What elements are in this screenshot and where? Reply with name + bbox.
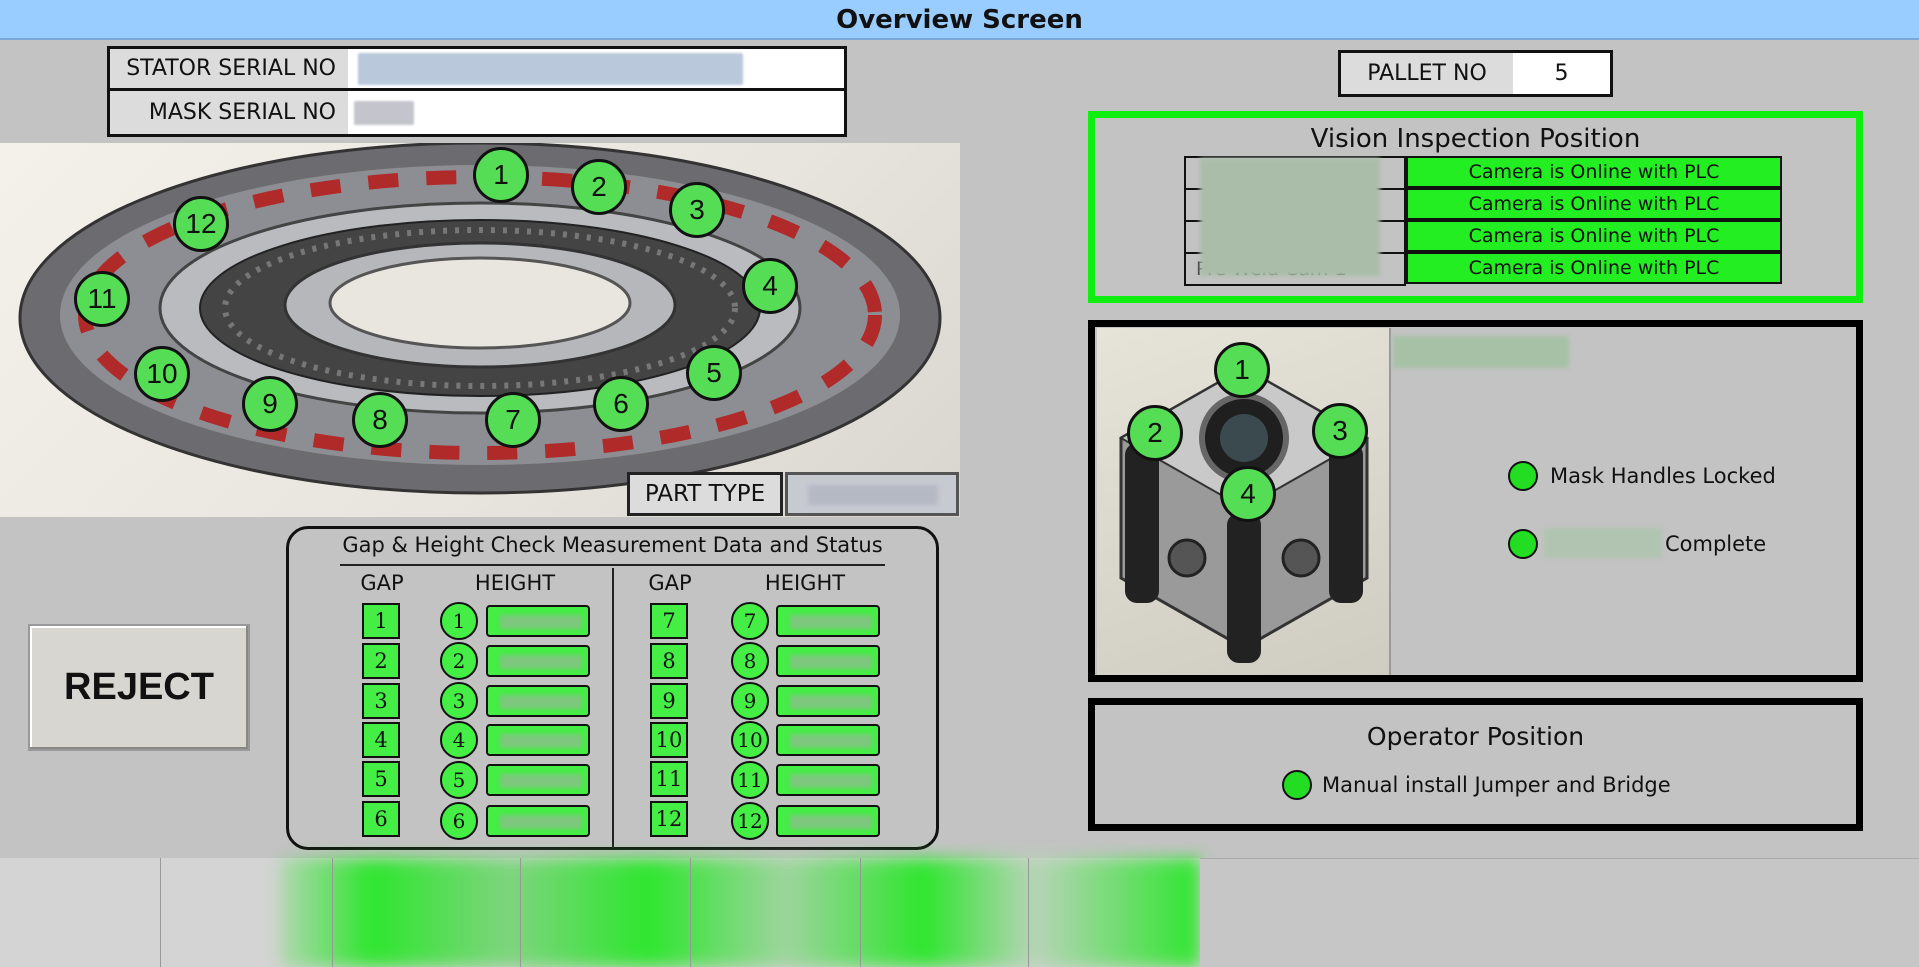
height-header-right: HEIGHT [764, 571, 846, 595]
bottom-right-area [1200, 858, 1919, 967]
stator-position-2: 2 [571, 159, 627, 215]
height-position-9: 9 [731, 682, 769, 720]
stator-position-1: 1 [473, 147, 529, 203]
gap-3: 3 [362, 683, 400, 719]
mask-complete-status-lamp [1508, 529, 1538, 559]
height-position-1: 1 [440, 602, 478, 640]
height-value-6 [486, 805, 590, 837]
mask-handles-status-text: Mask Handles Locked [1550, 464, 1776, 488]
gap-7: 7 [650, 603, 688, 639]
height-position-2: 2 [440, 642, 478, 680]
height-position-5: 5 [440, 761, 478, 799]
camera-status-1: Camera is Online with PLC [1406, 156, 1782, 188]
camera-names-redacted [1200, 158, 1380, 276]
height-value-7 [776, 605, 880, 637]
gap-1: 1 [362, 603, 400, 639]
stator-position-8: 8 [352, 392, 408, 448]
camera-status-4: Camera is Online with PLC [1406, 252, 1782, 284]
gap-2: 2 [362, 643, 400, 679]
gap-9: 9 [650, 683, 688, 719]
operator-status-text: Manual install Jumper and Bridge [1322, 773, 1671, 797]
stator-position-7: 7 [485, 392, 541, 448]
nav-button-4[interactable] [690, 858, 691, 967]
stator-illustration [18, 143, 942, 495]
stator-serial-label: STATOR SERIAL NO [107, 46, 351, 91]
height-position-7: 7 [731, 602, 769, 640]
height-value-3 [486, 685, 590, 717]
gap-header-right: GAP [648, 571, 692, 595]
height-value-1 [486, 605, 590, 637]
gap-10: 10 [650, 722, 688, 758]
nav-button-5[interactable] [860, 858, 861, 967]
stator-position-9: 9 [242, 376, 298, 432]
page-title: Overview Screen [0, 0, 1919, 40]
pallet-no-label: PALLET NO [1338, 50, 1516, 97]
height-value-5 [486, 764, 590, 796]
mask-title-redacted [1393, 336, 1569, 368]
nav-button-2[interactable] [332, 858, 333, 967]
gap-12: 12 [650, 801, 688, 837]
stator-position-11: 11 [74, 271, 130, 327]
stator-position-12: 12 [173, 196, 229, 252]
gap-4: 4 [362, 722, 400, 758]
height-value-9 [776, 685, 880, 717]
stator-position-6: 6 [593, 376, 649, 432]
height-value-8 [776, 645, 880, 677]
height-header-left: HEIGHT [474, 571, 556, 595]
part-type-label: PART TYPE [627, 472, 783, 516]
mask-position-2: 2 [1127, 405, 1183, 461]
mask-handles-status-lamp [1508, 461, 1538, 491]
height-position-12: 12 [731, 802, 769, 840]
nav-button-1[interactable] [160, 858, 161, 967]
mask-complete-redacted [1544, 528, 1662, 558]
measurement-column-divider [612, 568, 614, 848]
height-value-12 [776, 805, 880, 837]
gap-11: 11 [650, 761, 688, 797]
measurement-divider [340, 564, 885, 566]
operator-panel [1088, 698, 1863, 831]
height-position-4: 4 [440, 721, 478, 759]
gap-5: 5 [362, 761, 400, 797]
height-position-8: 8 [731, 642, 769, 680]
bottom-nav-redacted [280, 858, 1200, 967]
part-type-value [785, 472, 959, 516]
height-position-3: 3 [440, 682, 478, 720]
mask-serial-field[interactable] [348, 91, 847, 137]
mask-position-3: 3 [1312, 403, 1368, 459]
camera-status-3: Camera is Online with PLC [1406, 220, 1782, 252]
mask-position-1: 1 [1214, 342, 1270, 398]
mask-serial-label: MASK SERIAL NO [107, 91, 351, 137]
measurement-title: Gap & Height Check Measurement Data and … [342, 533, 883, 557]
nav-button-3[interactable] [520, 858, 521, 967]
stator-position-10: 10 [134, 346, 190, 402]
height-value-4 [486, 724, 590, 756]
operator-title: Operator Position [1366, 722, 1585, 751]
stator-position-5: 5 [686, 345, 742, 401]
height-value-11 [776, 764, 880, 796]
height-value-2 [486, 645, 590, 677]
operator-status-lamp [1282, 770, 1312, 800]
reject-button[interactable]: REJECT [28, 624, 250, 751]
height-position-6: 6 [440, 802, 478, 840]
gap-6: 6 [362, 801, 400, 837]
height-value-10 [776, 724, 880, 756]
gap-header-left: GAP [360, 571, 404, 595]
stator-position-4: 4 [742, 258, 798, 314]
height-position-11: 11 [731, 761, 769, 799]
stator-position-3: 3 [669, 182, 725, 238]
gap-8: 8 [650, 643, 688, 679]
height-position-10: 10 [731, 721, 769, 759]
stator-image [0, 143, 960, 517]
mask-position-4: 4 [1220, 466, 1276, 522]
stator-serial-field[interactable] [348, 46, 847, 91]
camera-status-2: Camera is Online with PLC [1406, 188, 1782, 220]
nav-button-6[interactable] [1028, 858, 1029, 967]
pallet-no-value: 5 [1513, 50, 1613, 97]
mask-complete-status-text: Complete [1665, 532, 1767, 556]
vision-inspection-title: Vision Inspection Position [1310, 124, 1641, 154]
